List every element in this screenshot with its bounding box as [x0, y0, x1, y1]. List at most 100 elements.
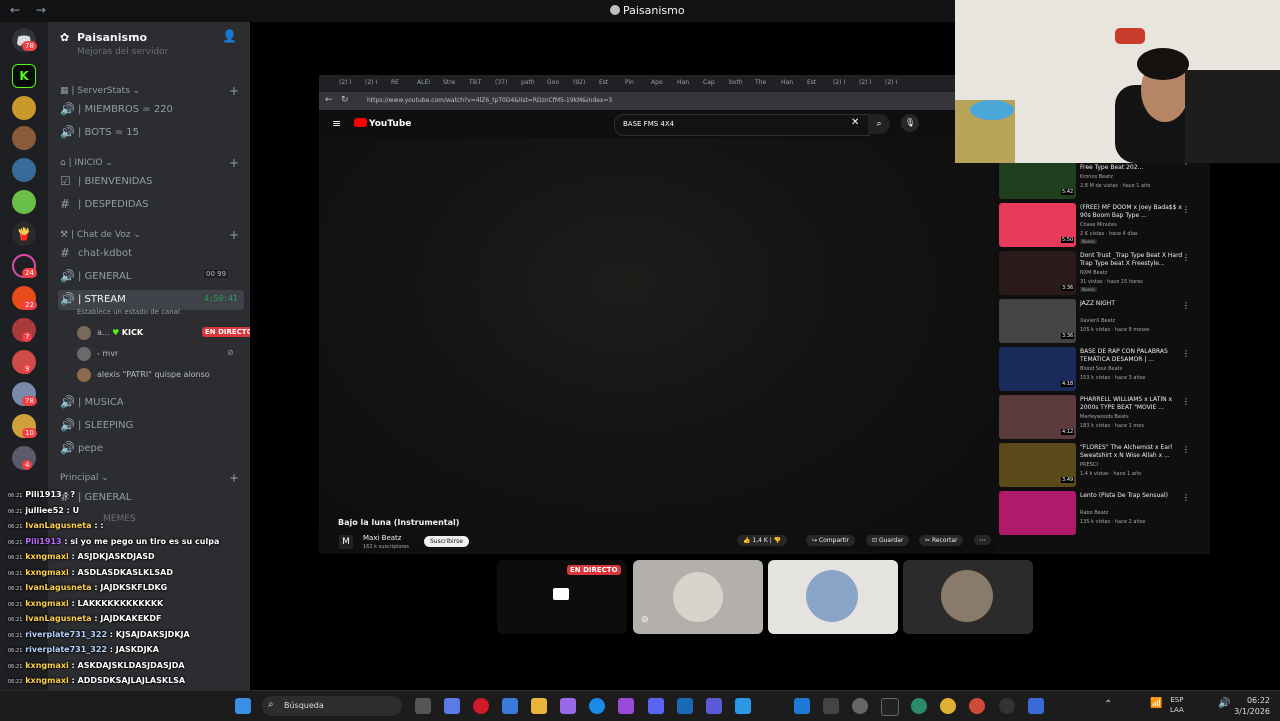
channel-chat-kdbot[interactable]: # chat-kdbot — [58, 244, 244, 264]
channel-general-voice[interactable]: 🔊 | GENERAL 00 99 — [58, 267, 244, 287]
browser-tab[interactable]: (2) I — [885, 79, 897, 86]
category-serverstats[interactable]: ▦ | ServerStats ⌄ — [60, 86, 140, 96]
channel-name[interactable]: Maxi Beatz — [363, 534, 401, 542]
chrome-icon[interactable] — [940, 698, 956, 714]
participant-tile[interactable]: ⊘ — [633, 560, 763, 634]
recommended-video[interactable]: 3:36 Dont Trust _Trap Type Beat X Hard Tr… — [999, 251, 1209, 295]
video-player[interactable] — [319, 138, 995, 554]
youtube-logo[interactable]: YouTube — [354, 118, 411, 129]
rec-channel[interactable]: Chase Minutes — [1080, 222, 1117, 228]
ccleaner-icon[interactable] — [677, 698, 693, 714]
mic-icon[interactable]: 🎙 — [901, 114, 919, 132]
browser-tab[interactable]: both — [729, 79, 743, 86]
rec-title[interactable]: BASE DE RAP CON PALABRAS TEMÁTICA DESAMO… — [1080, 348, 1186, 364]
server-icon[interactable] — [12, 126, 36, 150]
hamburger-icon[interactable]: ≡ — [332, 117, 341, 130]
server-icon[interactable] — [12, 96, 36, 120]
recommended-video[interactable]: 3:36 JAZZ NIGHT XavierX Beatz 105 k vistas … — [999, 299, 1209, 343]
browser-tab[interactable]: Apo — [651, 79, 663, 86]
participant-tile[interactable] — [768, 560, 898, 634]
more-button[interactable]: ⋯ — [974, 535, 991, 545]
vegas-icon[interactable] — [618, 698, 634, 714]
more-icon[interactable]: ⋮ — [1182, 301, 1190, 310]
add-channel-icon[interactable]: + — [229, 228, 239, 242]
add-channel-icon[interactable]: + — [229, 84, 239, 98]
globe-icon[interactable] — [911, 698, 927, 714]
windows-start-icon[interactable] — [235, 698, 251, 714]
more-icon[interactable]: ⋮ — [1182, 445, 1190, 454]
rec-channel[interactable]: Rabo Beatz — [1080, 510, 1108, 516]
more-icon[interactable]: ⋮ — [1182, 397, 1190, 406]
server-icon[interactable] — [12, 158, 36, 182]
folder-icon[interactable] — [531, 698, 547, 714]
clear-icon[interactable]: ✕ — [851, 117, 859, 128]
edge-icon[interactable] — [589, 698, 605, 714]
recommended-video[interactable]: 4:12 PHARRELL WILLIAMS x LATIN x 2000s TY… — [999, 395, 1209, 439]
volume-icon[interactable]: 🔊 — [1218, 698, 1230, 709]
partial-top-item[interactable]: Mejoras del servidor — [77, 47, 168, 57]
rec-title[interactable]: Lento (Pista De Trap Sensual) — [1080, 492, 1186, 500]
taskbar-search[interactable]: ⌕ Búsqueda — [262, 696, 402, 716]
discord-icon[interactable] — [648, 698, 664, 714]
rec-title[interactable]: PHARRELL WILLIAMS x LATIN x 2000s TYPE B… — [1080, 396, 1186, 412]
browser-tab[interactable]: Est — [599, 79, 608, 86]
browser-tab[interactable]: The — [755, 79, 766, 86]
photos-icon[interactable] — [735, 698, 751, 714]
rec-title[interactable]: "FLORES" The Alchemist x Earl Sweatshirt… — [1080, 444, 1186, 460]
calculator-icon[interactable] — [1028, 698, 1044, 714]
rec-channel[interactable]: Marleywoods Beats — [1080, 414, 1129, 420]
channel-avatar[interactable]: M — [339, 535, 353, 549]
add-channel-icon[interactable]: + — [229, 156, 239, 170]
category-inicio[interactable]: ⌂ | INICIO ⌄ — [60, 158, 113, 168]
wifi-icon[interactable]: 📶 — [1150, 698, 1162, 709]
stream-tile[interactable]: EN DIRECTO — [497, 560, 627, 634]
share-button[interactable]: ↪ Compartir — [806, 535, 856, 546]
add-user-icon[interactable]: 👤 — [222, 29, 237, 43]
recommended-video[interactable]: 3:49 "FLORES" The Alchemist x Earl Sweats… — [999, 443, 1209, 487]
browser-tab[interactable]: Han — [781, 79, 793, 86]
rec-channel[interactable]: XavierX Beatz — [1080, 318, 1115, 324]
opera-icon[interactable] — [473, 698, 489, 714]
chrome-icon[interactable] — [969, 698, 985, 714]
more-icon[interactable]: ⋮ — [1182, 349, 1190, 358]
back-icon[interactable]: ← — [325, 95, 333, 105]
video-thumbnail[interactable] — [999, 491, 1076, 535]
save-button[interactable]: ⊡ Guardar — [866, 535, 910, 546]
tray-chevron-icon[interactable]: ⌃ — [1104, 699, 1112, 710]
channel-stream[interactable]: 🔊 | STREAM 4:59:41 — [58, 290, 244, 310]
add-channel-icon[interactable]: + — [229, 471, 239, 485]
copilot-icon[interactable] — [444, 698, 460, 714]
pen-icon[interactable] — [560, 698, 576, 714]
recommended-video[interactable]: Lento (Pista De Trap Sensual) Rabo Beatz 1… — [999, 491, 1209, 535]
channel-musica[interactable]: 🔊 | MUSICA — [58, 393, 244, 413]
channel-pepe[interactable]: 🔊 pepe — [58, 439, 244, 459]
reload-icon[interactable]: ↻ — [341, 95, 349, 105]
clock[interactable]: 06:22 3/1/2026 — [1234, 695, 1270, 717]
channel-bienvenidas[interactable]: ☑ | BIENVENIDAS — [58, 172, 244, 192]
search-icon[interactable]: ⌕ — [868, 114, 890, 134]
obs-icon[interactable] — [999, 698, 1015, 714]
browser-tab[interactable]: path — [521, 79, 535, 86]
server-kick-icon[interactable]: K — [12, 64, 36, 88]
channel-status-hint[interactable]: Establece un estado de canal — [77, 308, 180, 316]
browser-tab[interactable]: Cap — [703, 79, 715, 86]
rec-channel[interactable]: Blood Soul Beats — [1080, 366, 1122, 372]
server-fries-icon[interactable]: 🍟 — [12, 222, 36, 246]
category-chat-de-voz[interactable]: ⚒ | Chat de Voz ⌄ — [60, 230, 141, 240]
rec-channel[interactable]: NXM Beatz — [1080, 270, 1107, 276]
mail-icon[interactable] — [794, 698, 810, 714]
category-principal[interactable]: Principal ⌄ — [60, 473, 109, 483]
rec-channel[interactable]: PRESCI — [1080, 462, 1098, 468]
subscribe-button[interactable]: Suscribirse — [424, 536, 469, 547]
channel-bots[interactable]: 🔊 | BOTS = 15 — [58, 123, 244, 143]
browser-tab[interactable]: Stre — [443, 79, 455, 86]
browser-tab[interactable]: ALEI — [417, 79, 430, 86]
browser-tab[interactable]: (92) — [573, 79, 585, 86]
browser-tab[interactable]: Goo — [547, 79, 559, 86]
like-button[interactable]: 👍 1,4 K | 👎 — [737, 535, 788, 546]
more-icon[interactable]: ⋮ — [1182, 253, 1190, 262]
terminal-icon[interactable] — [881, 698, 899, 716]
browser-tab[interactable]: RE — [391, 79, 399, 86]
browser-tab[interactable]: Est — [807, 79, 816, 86]
channel-sleeping[interactable]: 🔊 | SLEEPING — [58, 416, 244, 436]
